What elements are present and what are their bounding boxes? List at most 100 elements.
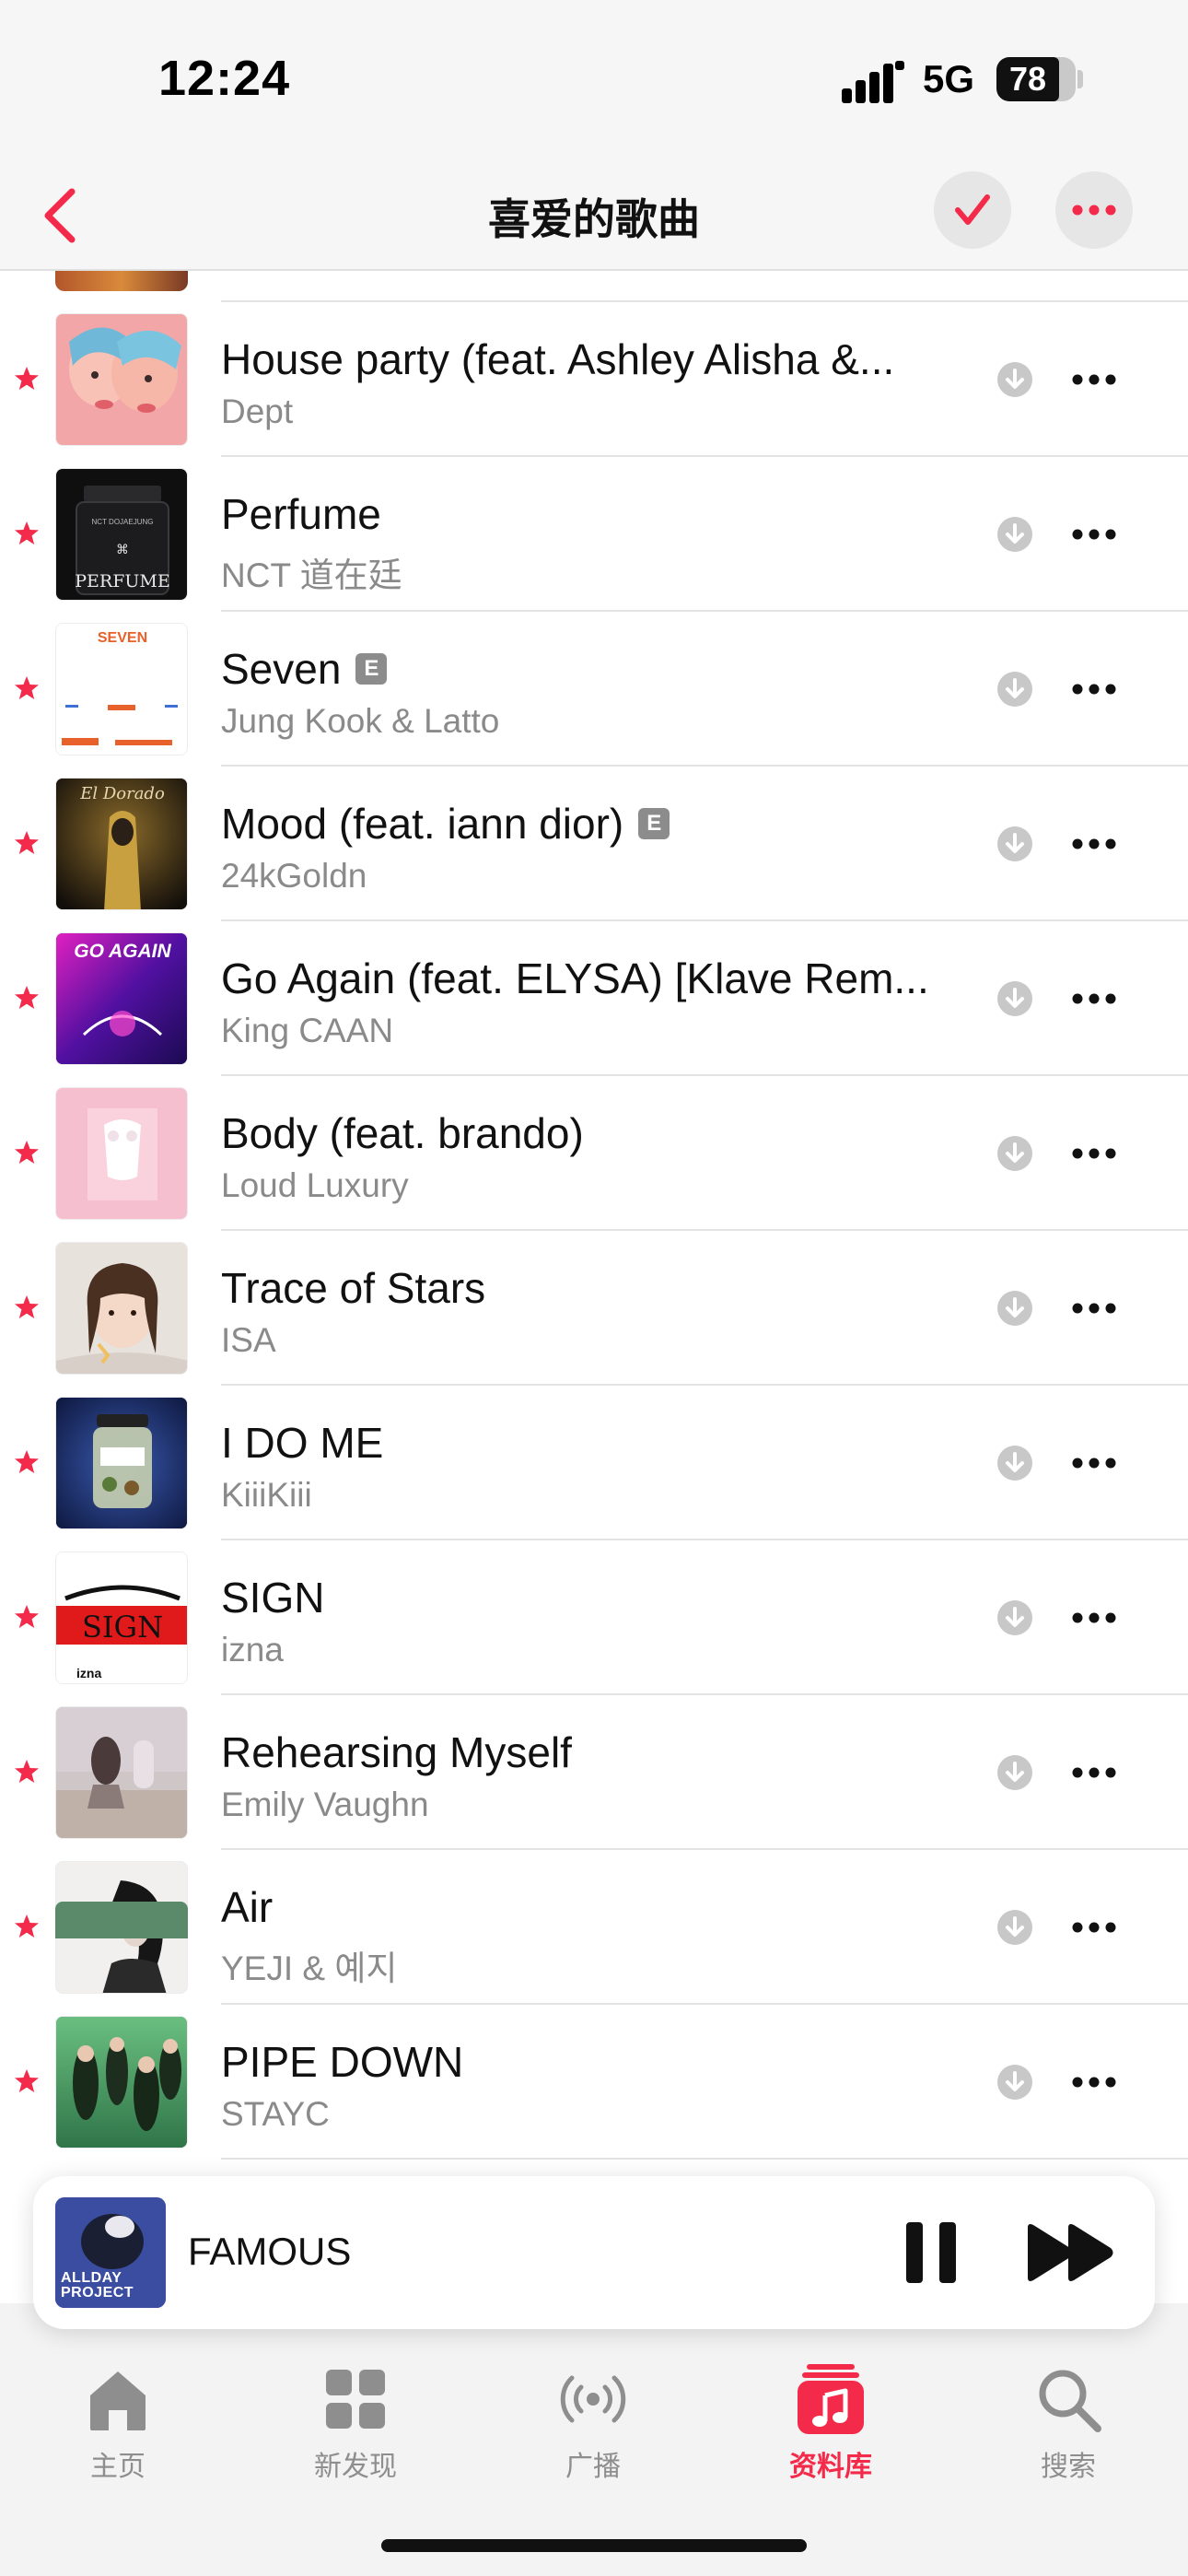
tab-search[interactable]: 搜索 xyxy=(985,2362,1151,2491)
song-title: Rehearsing Myself xyxy=(221,1728,572,1776)
battery-level: 78 xyxy=(1008,60,1047,98)
song-title: Trace of Stars xyxy=(221,1264,486,1312)
mini-player[interactable]: ALLDAY PROJECT FAMOUS xyxy=(33,2176,1155,2329)
tab-home[interactable]: 主页 xyxy=(35,2362,201,2491)
row-more-icon[interactable] xyxy=(1068,825,1120,862)
tab-label: 新发现 xyxy=(314,2452,397,2482)
select-button[interactable] xyxy=(934,171,1011,249)
tab-radio[interactable]: 广播 xyxy=(510,2362,676,2491)
song-title: PIPE DOWN xyxy=(221,2038,464,2086)
row-more-icon[interactable] xyxy=(1068,361,1120,398)
download-icon[interactable] xyxy=(996,1290,1033,1327)
song-title-wrap: SIGN xyxy=(221,1570,958,1625)
pause-icon[interactable] xyxy=(899,2219,963,2287)
song-artist: Dept xyxy=(221,392,294,430)
favorite-star-icon xyxy=(15,986,39,1009)
download-icon[interactable] xyxy=(996,1445,1033,1481)
album-art xyxy=(55,1397,188,1529)
download-icon[interactable] xyxy=(996,1909,1033,1946)
song-artist: Loud Luxury xyxy=(221,1166,409,1204)
song-row[interactable]: PIPE DOWN STAYC xyxy=(0,2005,1188,2160)
album-art xyxy=(55,271,188,291)
row-more-icon[interactable] xyxy=(1068,1754,1120,1791)
row-more-icon[interactable] xyxy=(1068,1290,1120,1327)
explicit-badge: E xyxy=(355,653,388,685)
search-icon xyxy=(1039,2370,1101,2432)
row-separator xyxy=(221,2158,1188,2160)
song-title-wrap: House party (feat. Ashley Alisha &... xyxy=(221,332,958,387)
more-options-button[interactable] xyxy=(1055,171,1133,249)
download-icon[interactable] xyxy=(996,516,1033,553)
song-row[interactable]: El Dorado Mood (feat. iann dior) E 24kGo… xyxy=(0,767,1188,921)
download-icon[interactable] xyxy=(996,1599,1033,1636)
row-more-icon[interactable] xyxy=(1068,516,1120,553)
home-indicator xyxy=(381,2539,807,2552)
skip-forward-icon[interactable] xyxy=(1024,2220,1116,2285)
row-more-icon[interactable] xyxy=(1068,1909,1120,1946)
album-art xyxy=(55,1087,188,1220)
album-art xyxy=(55,1706,188,1839)
favorite-star-icon xyxy=(15,1605,39,1628)
song-row[interactable]: I DO ME KiiiKiii xyxy=(0,1386,1188,1540)
download-icon[interactable] xyxy=(996,825,1033,862)
song-artist: 24kGoldn xyxy=(221,857,367,895)
song-title: Mood (feat. iann dior) xyxy=(221,800,624,848)
song-row[interactable]: GO AGAIN Go Again (feat. ELYSA) [Klave R… xyxy=(0,921,1188,1076)
song-row[interactable]: Body (feat. brando) Loud Luxury xyxy=(0,1076,1188,1231)
download-icon[interactable] xyxy=(996,1135,1033,1172)
song-title-wrap: I DO ME xyxy=(221,1415,958,1470)
favorite-star-icon xyxy=(15,1914,39,1938)
album-art: NCT DOJAEJUNG ⌘ PERFUME xyxy=(55,468,188,601)
favorite-star-icon xyxy=(15,367,39,390)
download-icon[interactable] xyxy=(996,671,1033,708)
song-title: House party (feat. Ashley Alisha &... xyxy=(221,335,895,383)
song-artist: NCT 道在廷 xyxy=(221,556,402,594)
download-icon[interactable] xyxy=(996,361,1033,398)
song-title: SIGN xyxy=(221,1574,325,1622)
song-title-wrap: Trace of Stars xyxy=(221,1260,958,1316)
checkmark-icon xyxy=(955,194,990,225)
song-artist: STAYC xyxy=(221,2095,330,2133)
now-playing-title: FAMOUS xyxy=(188,2230,352,2273)
grid-icon xyxy=(326,2370,385,2429)
song-row[interactable]: House party (feat. Ashley Alisha &... De… xyxy=(0,302,1188,457)
song-row[interactable]: Rehearsing Myself Emily Vaughn xyxy=(0,1695,1188,1850)
song-title: Air xyxy=(221,1883,274,1931)
svg-text:PERFUME: PERFUME xyxy=(75,571,169,591)
tab-label: 主页 xyxy=(90,2452,146,2482)
song-title-wrap: PIPE DOWN xyxy=(221,2034,958,2090)
song-row[interactable]: SEVEN Seven E Jung Kook & Latto xyxy=(0,612,1188,767)
tab-library[interactable]: 资料库 xyxy=(748,2362,914,2491)
song-title: Seven xyxy=(221,645,342,693)
album-art: SIGN izna xyxy=(55,1551,188,1684)
download-icon[interactable] xyxy=(996,2064,1033,2101)
svg-text:El Dorado: El Dorado xyxy=(79,784,165,803)
song-row[interactable]: NCT DOJAEJUNG ⌘ PERFUME Perfume NCT 道在廷 xyxy=(0,457,1188,612)
album-art: El Dorado xyxy=(55,778,188,910)
album-art xyxy=(55,2016,188,2149)
row-more-icon[interactable] xyxy=(1068,980,1120,1017)
row-more-icon[interactable] xyxy=(1068,2064,1120,2101)
row-more-icon[interactable] xyxy=(1068,1135,1120,1172)
song-row[interactable]: Trace of Stars ISA xyxy=(0,1231,1188,1386)
partial-song-row xyxy=(0,271,1188,302)
tab-discover[interactable]: 新发现 xyxy=(273,2362,438,2491)
row-more-icon[interactable] xyxy=(1068,1599,1120,1636)
song-artist: KiiiKiii xyxy=(221,1476,312,1514)
row-more-icon[interactable] xyxy=(1068,671,1120,708)
song-title-wrap: Air xyxy=(221,1879,958,1935)
album-art xyxy=(55,1242,188,1375)
song-title-wrap: Rehearsing Myself xyxy=(221,1725,958,1780)
status-time: 12:24 xyxy=(158,51,291,106)
artwork-label: ALLDAY PROJECT xyxy=(61,2270,134,2301)
song-title-wrap: Mood (feat. iann dior) E xyxy=(221,796,958,851)
svg-text:izna: izna xyxy=(76,1666,101,1680)
album-art xyxy=(55,313,188,446)
song-row[interactable]: SIGN izna SIGN izna xyxy=(0,1540,1188,1695)
download-icon[interactable] xyxy=(996,1754,1033,1791)
tab-label: 资料库 xyxy=(789,2452,872,2482)
download-icon[interactable] xyxy=(996,980,1033,1017)
row-more-icon[interactable] xyxy=(1068,1445,1120,1481)
svg-text:SEVEN: SEVEN xyxy=(98,630,147,646)
home-icon xyxy=(90,2371,146,2430)
